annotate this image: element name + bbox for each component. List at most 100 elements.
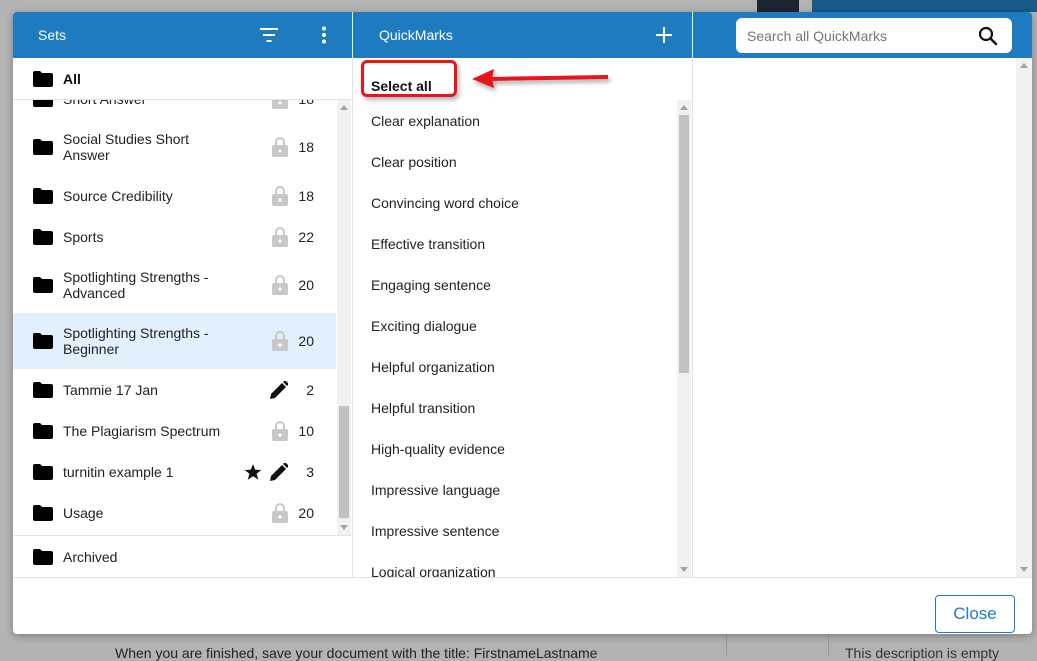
quickmarks-list: Clear explanation Clear position Convincin… (354, 100, 676, 578)
lock-icon (272, 331, 288, 351)
set-list-item[interactable]: Source Credibility 18 (13, 175, 336, 216)
search-input[interactable] (747, 27, 967, 44)
set-list-item[interactable]: turnitin example 1 3 (13, 451, 336, 492)
scrollbar-thumb[interactable] (679, 115, 689, 373)
quickmark-list-item[interactable]: High-quality evidence (354, 428, 676, 469)
set-archived[interactable]: Archived (13, 535, 353, 577)
set-status-icons (272, 420, 288, 441)
search-header (694, 12, 1032, 58)
set-list-item[interactable]: Spotlighting Strengths - Advanced 20 (13, 257, 336, 313)
folder-icon (33, 504, 53, 521)
scroll-down-arrow[interactable] (680, 567, 688, 572)
scroll-up-arrow[interactable] (340, 105, 348, 110)
folder-icon (33, 139, 53, 155)
filter-icon[interactable] (258, 24, 280, 46)
scroll-down-arrow[interactable] (1020, 567, 1028, 572)
pencil-icon[interactable] (270, 380, 288, 399)
lock-icon (272, 420, 288, 441)
sets-scrollbar[interactable] (337, 100, 351, 535)
set-status-icons (272, 137, 288, 157)
quickmark-list-item[interactable]: Exciting dialogue (354, 305, 676, 346)
set-count: 20 (298, 277, 314, 293)
set-list-item[interactable]: Tammie 17 Jan 2 (13, 369, 336, 410)
scroll-down-arrow[interactable] (340, 525, 348, 530)
annotation-highlight-box (361, 60, 457, 97)
pencil-icon[interactable] (270, 462, 288, 481)
sets-list-scroll: Short Answer18Social Studies Short Answe… (13, 100, 353, 535)
scroll-up-arrow[interactable] (1020, 63, 1028, 68)
quickmark-list-item[interactable]: Clear explanation (354, 100, 676, 141)
set-list-item[interactable]: Sports 22 (13, 216, 336, 257)
sets-list: Short Answer18Social Studies Short Answe… (13, 100, 336, 533)
set-list-item[interactable]: Spotlighting Strengths - Beginner 20 (13, 313, 336, 369)
star-icon[interactable] (244, 463, 262, 481)
quickmark-list-item[interactable]: Engaging sentence (354, 264, 676, 305)
folder-icon (33, 422, 53, 439)
set-all-label: All (63, 70, 81, 87)
set-list-item[interactable]: Short Answer 18 (13, 100, 336, 119)
quickmark-list-item[interactable]: Helpful transition (354, 387, 676, 428)
background-instruction-text: When you are finished, save your documen… (115, 645, 598, 661)
set-list-item[interactable]: Social Studies Short Answer 18 (13, 119, 336, 175)
search-icon[interactable] (978, 26, 998, 51)
quickmark-list-item[interactable]: Impressive sentence (354, 510, 676, 551)
folder-icon (33, 100, 53, 107)
sets-panel: All Short Answer18Social Studies Short A… (13, 58, 353, 577)
set-count: 22 (298, 228, 314, 245)
archived-label: Archived (63, 548, 118, 565)
set-count: 18 (294, 100, 314, 107)
set-count: 18 (298, 187, 314, 204)
set-name: Spotlighting Strengths - Beginner (63, 325, 209, 357)
set-count: 2 (306, 381, 314, 398)
set-name: Tammie 17 Jan (63, 381, 158, 398)
set-count: 10 (298, 422, 314, 439)
set-list-item[interactable]: The Plagiarism Spectrum 10 (13, 410, 336, 451)
scrollbar-thumb[interactable] (339, 406, 349, 518)
folder-icon (33, 548, 53, 565)
background-divider (828, 633, 829, 657)
set-name: Social Studies Short Answer (63, 131, 190, 163)
background-description-text: This description is empty (845, 645, 1000, 661)
quickmark-list-item[interactable]: Impressive language (354, 469, 676, 510)
quickmark-detail-panel (694, 58, 1032, 577)
quickmark-list-item[interactable]: Convincing word choice (354, 182, 676, 223)
quickmarks-header: QuickMarks (354, 12, 693, 58)
quickmark-list-item[interactable]: Effective transition (354, 223, 676, 264)
lock-icon (272, 185, 288, 206)
quickmark-list-item[interactable]: Logical organization (354, 551, 676, 578)
quickmark-list-item[interactable]: Helpful organization (354, 346, 676, 387)
set-count: 18 (298, 139, 314, 155)
set-name: Sports (63, 228, 104, 245)
quickmarks-list-scroll: Clear explanation Clear position Convincin… (354, 100, 693, 577)
lock-icon (272, 275, 288, 295)
background-layers-button (757, 0, 799, 12)
set-status-icons (272, 331, 288, 351)
folder-icon (33, 333, 53, 349)
quickmarks-panel: Select all Clear explanation Clear positi… (354, 58, 693, 577)
folder-icon (33, 381, 53, 398)
set-count: 20 (298, 333, 314, 349)
folder-icon (33, 70, 53, 87)
quickmark-list-item[interactable]: Clear position (354, 141, 676, 182)
lock-icon (272, 137, 288, 157)
set-count: 20 (298, 504, 314, 521)
set-list-item[interactable]: Usage 20 (13, 492, 336, 533)
sets-header: Sets (13, 12, 353, 58)
scroll-up-arrow[interactable] (680, 105, 688, 110)
more-options-icon[interactable] (313, 24, 335, 46)
quickmarks-title: QuickMarks (379, 27, 453, 43)
detail-scrollbar[interactable] (1016, 58, 1032, 577)
set-name: Source Credibility (63, 187, 173, 204)
add-quickmark-icon[interactable] (653, 24, 675, 46)
set-all[interactable]: All (13, 58, 352, 100)
folder-icon (33, 228, 53, 245)
set-status-icons (272, 100, 288, 109)
quickmarks-scrollbar[interactable] (677, 100, 691, 577)
set-name: Usage (63, 504, 104, 521)
background-divider (726, 633, 727, 657)
modal-footer: Close (13, 577, 1032, 634)
close-button[interactable]: Close (935, 595, 1015, 633)
folder-icon (33, 277, 53, 293)
set-count: 3 (306, 463, 314, 480)
folder-icon (33, 187, 53, 204)
